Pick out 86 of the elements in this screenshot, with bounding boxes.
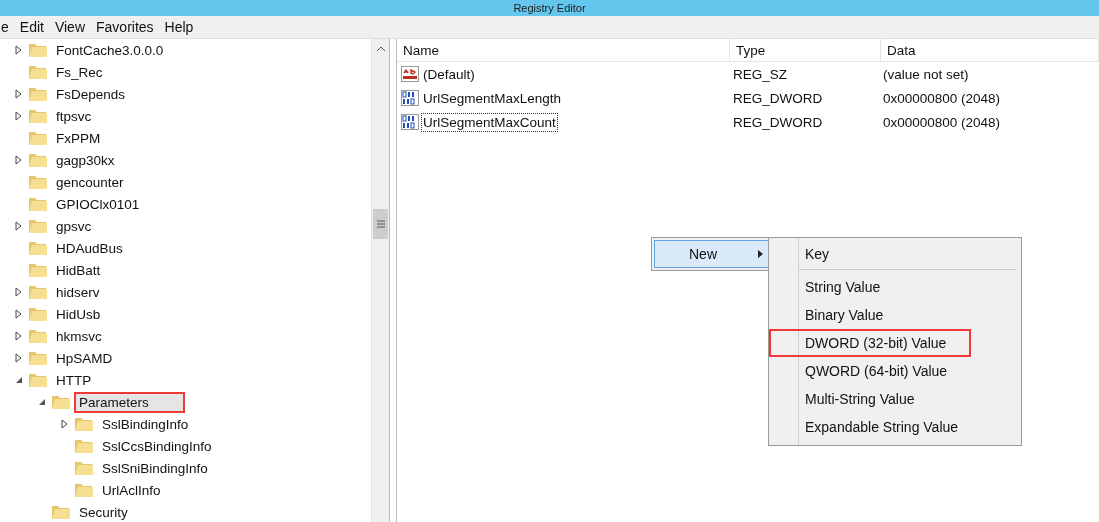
menu-item[interactable]: Edit [19, 19, 51, 35]
menu-item[interactable]: Favorites [96, 19, 161, 35]
table-cell-text: 0x00000800 (2048) [882, 90, 1002, 106]
window-title: Registry Editor [513, 1, 586, 15]
folder-icon [28, 239, 48, 257]
value-name[interactable]: (Default) [421, 64, 477, 84]
folder-icon [28, 305, 48, 323]
menu-item[interactable]: e [1, 19, 16, 35]
menu-item[interactable]: Binary Value [769, 301, 971, 329]
expand-arrow-icon[interactable] [15, 111, 22, 121]
tree-item[interactable]: hkmsvc [51, 325, 107, 347]
tree-item[interactable]: FontCache3.0.0.0 [51, 39, 169, 61]
tree-item[interactable]: gencounter [51, 171, 129, 193]
folder-icon [28, 107, 48, 125]
tree-item[interactable]: SslBindingInfo [97, 413, 194, 435]
expand-arrow-icon[interactable] [15, 309, 22, 319]
menu-item[interactable]: Key [769, 240, 971, 268]
tree-item[interactable]: gpsvc [51, 215, 97, 237]
folder-icon [28, 173, 48, 191]
expand-arrow-icon[interactable] [15, 89, 22, 99]
tree-item[interactable]: ftpsvc [51, 105, 97, 127]
folder-icon [51, 393, 71, 411]
tree-item[interactable]: FsDepends [51, 83, 131, 105]
tree-item[interactable]: FxPPM [51, 127, 106, 149]
folder-icon [51, 503, 71, 521]
tree-item[interactable]: Security [74, 501, 133, 522]
expand-arrow-icon[interactable] [15, 331, 22, 341]
menu-item[interactable]: Help [164, 19, 201, 35]
column-header[interactable]: Name [397, 39, 730, 61]
expand-arrow-icon[interactable] [15, 221, 22, 231]
tree-item[interactable]: gagp30kx [51, 149, 120, 171]
table-cell-text: REG_DWORD [732, 114, 824, 130]
tree-item[interactable]: hidserv [51, 281, 105, 303]
folder-icon [28, 371, 48, 389]
folder-icon [28, 85, 48, 103]
tree-item[interactable]: HidBatt [51, 259, 106, 281]
tree-item[interactable]: Parameters [74, 391, 185, 413]
scrollbar[interactable] [371, 39, 389, 522]
table-cell-text: REG_DWORD [732, 90, 824, 106]
folder-icon [74, 415, 94, 433]
folder-icon [28, 129, 48, 147]
menu-item[interactable]: Expandable String Value [769, 413, 971, 441]
value-name[interactable]: UrlSegmentMaxLength [421, 88, 564, 108]
tree-item[interactable]: SslSniBindingInfo [97, 457, 213, 479]
value-name[interactable]: UrlSegmentMaxCount [421, 112, 558, 132]
menu-item[interactable]: Multi-String Value [769, 385, 971, 413]
binary-value-icon [401, 114, 419, 130]
folder-icon [28, 261, 48, 279]
folder-icon [28, 195, 48, 213]
folder-icon [28, 283, 48, 301]
tree-item[interactable]: SslCcsBindingInfo [97, 435, 217, 457]
menu-item[interactable]: View [54, 19, 92, 35]
menu-item[interactable]: String Value [769, 273, 971, 301]
scroll-thumb[interactable] [373, 209, 388, 239]
folder-icon [74, 459, 94, 477]
expand-arrow-icon[interactable] [61, 419, 68, 429]
tree-item[interactable]: HDAudBus [51, 237, 128, 259]
folder-icon [74, 437, 94, 455]
tree-item[interactable]: GPIOClx0101 [51, 193, 145, 215]
expand-arrow-icon[interactable] [15, 353, 22, 363]
column-header[interactable]: Data [881, 39, 1099, 61]
column-header[interactable]: Type [730, 39, 881, 61]
expand-arrow-icon[interactable] [15, 45, 22, 55]
collapse-arrow-icon[interactable] [39, 399, 45, 405]
expand-arrow-icon[interactable] [15, 287, 22, 297]
folder-icon [28, 349, 48, 367]
menu-item[interactable]: DWORD (32-bit) Value [769, 329, 971, 357]
tree-item[interactable]: Fs_Rec [51, 61, 108, 83]
table-cell-text: (value not set) [882, 66, 970, 82]
expand-arrow-icon[interactable] [15, 155, 22, 165]
folder-icon [74, 481, 94, 499]
collapse-arrow-icon[interactable] [16, 377, 22, 383]
folder-icon [28, 63, 48, 81]
folder-icon [28, 327, 48, 345]
table-cell-text: REG_SZ [732, 66, 788, 82]
tree-item[interactable]: HTTP [51, 369, 97, 391]
folder-icon [28, 41, 48, 59]
tree-item[interactable]: UrlAclInfo [97, 479, 166, 501]
tree-item[interactable]: HpSAMD [51, 347, 118, 369]
table-cell-text: 0x00000800 (2048) [882, 114, 1002, 130]
menu-item[interactable]: QWORD (64-bit) Value [769, 357, 971, 385]
tree-item[interactable]: HidUsb [51, 303, 106, 325]
folder-icon [28, 217, 48, 235]
folder-icon [28, 151, 48, 169]
binary-value-icon [401, 90, 419, 106]
string-value-icon [401, 66, 419, 82]
